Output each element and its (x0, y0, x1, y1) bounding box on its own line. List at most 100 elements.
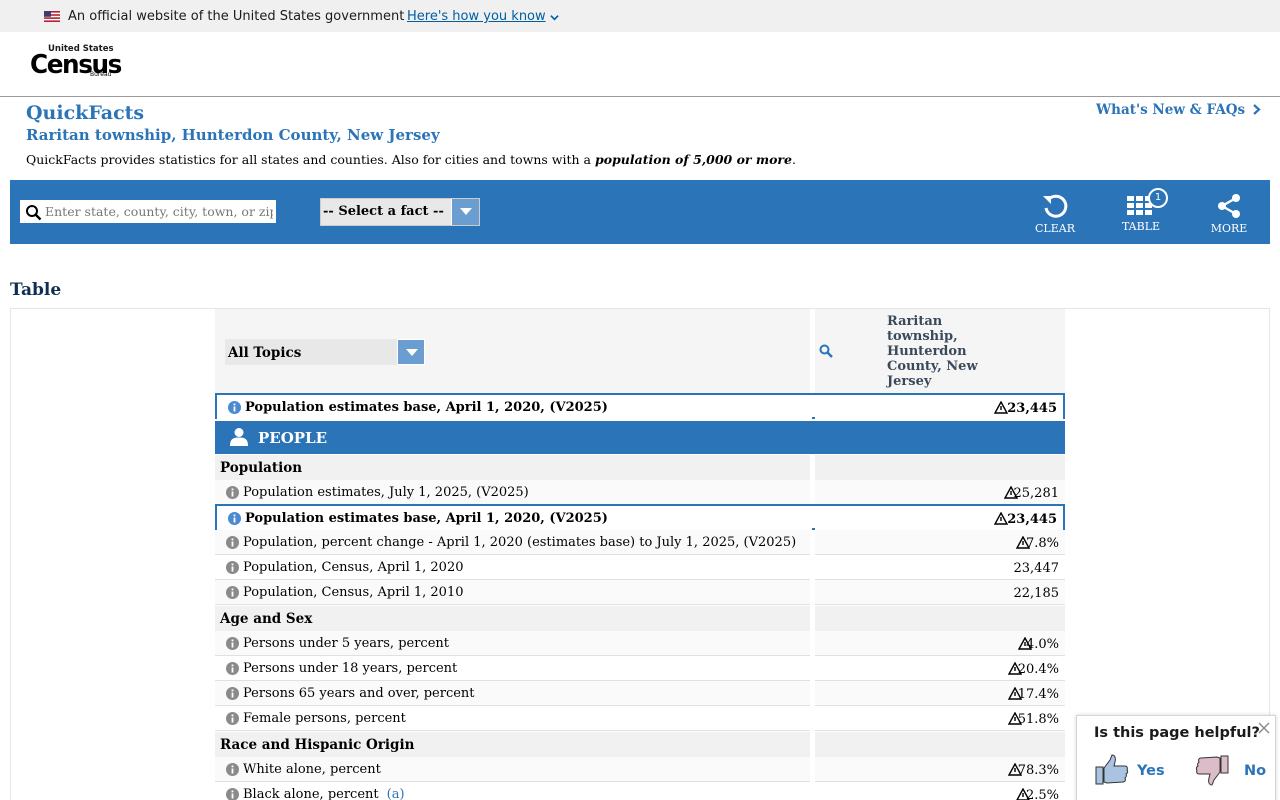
how-you-know-link[interactable]: Here's how you know (407, 9, 546, 24)
table-button[interactable]: 1 TABLE (1111, 188, 1171, 236)
table-label: TABLE (1121, 220, 1161, 233)
footnote-link[interactable]: (a) (387, 787, 405, 800)
description-emphasis: population of 5,000 or more (594, 152, 792, 167)
fact-label-cell: Black alone, percent (a) (215, 782, 810, 800)
fact-value-cell: 22,185 (815, 580, 1065, 605)
feedback-question: Is this page helpful? (1094, 725, 1260, 741)
fact-label-cell: Population, Census, April 1, 2010 (215, 580, 810, 605)
fact-label: Population estimates, July 1, 2025, (V20… (243, 485, 529, 500)
clear-label: CLEAR (1035, 222, 1075, 235)
people-label: PEOPLE (258, 429, 328, 447)
fact-label: Female persons, percent (243, 711, 406, 726)
table-row[interactable]: Population, Census, April 1, 2020 23,447 (215, 555, 1065, 580)
chevron-right-icon (1253, 104, 1261, 115)
feedback-widget: Is this page helpful? Yes No (1076, 715, 1276, 800)
people-section-header[interactable]: PEOPLE (215, 421, 1065, 454)
info-icon[interactable] (228, 401, 241, 414)
fact-label-cell: Persons 65 years and over, percent (215, 681, 810, 706)
category-population[interactable]: Population (215, 455, 1065, 480)
thumbs-down-icon (1195, 755, 1229, 786)
fact-value: 23,445 (1007, 512, 1057, 527)
fact-value: 22,185 (1013, 586, 1060, 601)
feedback-no-label: No (1244, 763, 1267, 779)
fact-value-cell: 78.3% (815, 757, 1065, 782)
info-icon[interactable] (226, 561, 239, 574)
info-icon[interactable] (226, 536, 239, 549)
pinned-fact-row[interactable]: Population estimates base, April 1, 2020… (215, 393, 1065, 420)
geo-column-header: Raritan township, Hunterdon County, New … (887, 314, 978, 389)
warning-icon[interactable] (994, 401, 1008, 414)
table-row[interactable]: Persons under 5 years, percent 4.0% (215, 631, 1065, 656)
refresh-icon (1043, 194, 1068, 218)
warning-icon[interactable] (994, 512, 1008, 525)
table-count-badge: 1 (1148, 188, 1168, 208)
fact-value: 4.0% (1025, 637, 1059, 652)
table-row-highlighted[interactable]: Population estimates base, April 1, 2020… (215, 504, 1065, 531)
info-icon[interactable] (226, 712, 239, 725)
chevron-down-icon[interactable] (550, 13, 559, 22)
dropdown-arrow[interactable] (451, 199, 479, 225)
table-row[interactable]: Population, percent change - April 1, 20… (215, 530, 1065, 555)
category-label-cell: Population (215, 455, 810, 480)
table-row[interactable]: Persons under 18 years, percent 20.4% (215, 656, 1065, 681)
info-icon[interactable] (228, 512, 241, 525)
info-icon[interactable] (226, 763, 239, 776)
table-row[interactable]: Population, Census, April 1, 2010 22,185 (215, 580, 1065, 605)
logo-bureau-text: Bureau (90, 71, 112, 78)
feedback-no-button[interactable]: No (1195, 754, 1275, 788)
fact-value: 51.8% (1017, 712, 1059, 727)
fact-value: 23,445 (1007, 401, 1057, 416)
category-race[interactable]: Race and Hispanic Origin (215, 732, 1065, 757)
fact-label: Population, percent change - April 1, 20… (243, 535, 797, 550)
whats-new-link[interactable]: What's New & FAQs (1096, 102, 1261, 118)
topics-dropdown[interactable]: All Topics (225, 339, 425, 365)
search-toolbar: -- Select a fact -- CLEAR 1 TABLE MORE (10, 180, 1270, 244)
table-row[interactable]: White alone, percent 78.3% (215, 757, 1065, 782)
search-icon (26, 205, 42, 221)
table-header-left: All Topics (215, 309, 810, 393)
category-age-sex[interactable]: Age and Sex (215, 606, 1065, 631)
category-value-cell (815, 732, 1065, 757)
table-row[interactable]: Black alone, percent (a) 2.5% (215, 782, 1065, 800)
fact-value-cell: 4.0% (815, 631, 1065, 656)
fact-label-cell: White alone, percent (215, 757, 810, 782)
info-icon[interactable] (226, 687, 239, 700)
census-logo[interactable]: United States Census Bureau (30, 44, 122, 82)
fact-value-cell: 23,445 (815, 395, 1063, 420)
search-input[interactable] (45, 202, 273, 221)
table-header-geo: Raritan township, Hunterdon County, New … (815, 309, 1065, 393)
search-box[interactable] (20, 200, 276, 223)
category-label: Population (220, 460, 303, 476)
fact-label-cell: Female persons, percent (215, 706, 810, 731)
fact-value: 25,281 (1013, 486, 1060, 501)
us-flag-icon (44, 11, 60, 22)
info-icon[interactable] (226, 662, 239, 675)
info-icon[interactable] (226, 788, 239, 800)
info-icon[interactable] (226, 637, 239, 650)
table-row[interactable]: Female persons, percent 51.8% (215, 706, 1065, 731)
dropdown-arrow[interactable] (397, 339, 425, 365)
fact-label: Persons under 5 years, percent (243, 636, 449, 651)
more-button[interactable]: MORE (1199, 192, 1259, 236)
select-fact-dropdown[interactable]: -- Select a fact -- (320, 198, 480, 226)
fact-value-cell: 17.4% (815, 681, 1065, 706)
table-row[interactable]: Persons 65 years and over, percent 17.4% (215, 681, 1065, 706)
search-icon[interactable] (819, 344, 833, 358)
table-row[interactable]: Population estimates, July 1, 2025, (V20… (215, 480, 1065, 505)
fact-label: Population, Census, April 1, 2010 (243, 585, 464, 600)
fact-label-cell: Persons under 18 years, percent (215, 656, 810, 681)
info-icon[interactable] (226, 586, 239, 599)
info-icon[interactable] (226, 486, 239, 499)
feedback-yes-button[interactable]: Yes (1095, 754, 1185, 788)
fact-label-cell: Population estimates base, April 1, 2020… (217, 395, 812, 420)
select-fact-label: -- Select a fact -- (323, 204, 444, 219)
fact-value-cell: 23,447 (815, 555, 1065, 580)
site-header: United States Census Bureau (0, 32, 1280, 97)
fact-label-cell: Population estimates, July 1, 2025, (V20… (215, 480, 810, 505)
fact-label: Persons under 18 years, percent (243, 661, 458, 676)
page-description: QuickFacts provides statistics for all s… (26, 152, 796, 167)
clear-button[interactable]: CLEAR (1025, 192, 1085, 236)
fact-label-cell: Population estimates base, April 1, 2020… (217, 506, 812, 531)
fact-value: 78.3% (1017, 763, 1059, 778)
close-icon[interactable] (1258, 722, 1270, 734)
